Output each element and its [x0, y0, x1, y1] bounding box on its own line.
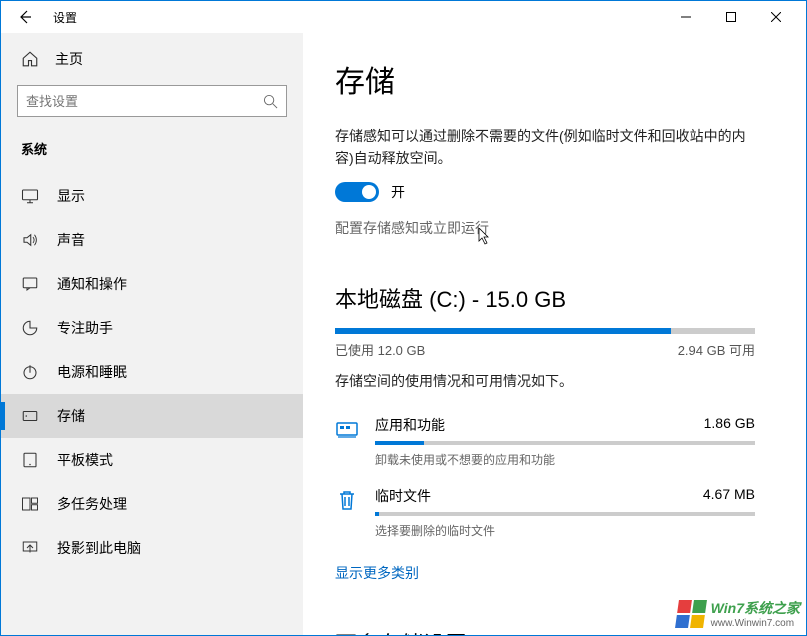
sidebar-home-label: 主页	[55, 49, 83, 69]
sound-icon	[21, 231, 39, 249]
sidebar-item-label: 通知和操作	[57, 274, 127, 294]
sidebar-item-display[interactable]: 显示	[1, 174, 303, 218]
sidebar-item-projecting[interactable]: 投影到此电脑	[1, 526, 303, 570]
category-temp[interactable]: 临时文件 4.67 MB 选择要删除的临时文件	[335, 486, 755, 539]
usage-note: 存储空间的使用情况和可用情况如下。	[335, 371, 758, 391]
sidebar-item-label: 投影到此电脑	[57, 538, 141, 558]
maximize-icon	[726, 12, 736, 22]
search-input[interactable]	[26, 94, 263, 109]
minimize-icon	[681, 12, 691, 22]
sidebar-item-label: 存储	[57, 406, 85, 426]
display-icon	[21, 187, 39, 205]
maximize-button[interactable]	[708, 1, 753, 33]
disk-usage-stats: 已使用 12.0 GB 2.94 GB 可用	[335, 340, 755, 359]
configure-storage-sense-link[interactable]: 配置存储感知或立即运行	[335, 218, 489, 238]
sidebar-item-multitask[interactable]: 多任务处理	[1, 482, 303, 526]
titlebar: 设置	[1, 1, 806, 33]
sidebar-item-label: 声音	[57, 230, 85, 250]
sidebar-item-storage[interactable]: 存储	[1, 394, 303, 438]
disk-usage-bar-fill	[335, 328, 671, 334]
storage-sense-description: 存储感知可以通过删除不需要的文件(例如临时文件和回收站中的内容)自动释放空间。	[335, 125, 755, 170]
sidebar-item-tablet[interactable]: 平板模式	[1, 438, 303, 482]
disk-free-label: 2.94 GB 可用	[678, 340, 755, 359]
main-area: 主页 系统 显示 声音 通知和操作 专注助手 电源和睡眠 存储	[1, 33, 806, 635]
sidebar-item-label: 平板模式	[57, 450, 113, 470]
sidebar-item-notifications[interactable]: 通知和操作	[1, 262, 303, 306]
disk-heading: 本地磁盘 (C:) - 15.0 GB	[335, 282, 758, 314]
more-storage-settings-heading: 更多存储设置	[335, 627, 758, 635]
category-apps[interactable]: 应用和功能 1.86 GB 卸载未使用或不想要的应用和功能	[335, 415, 755, 468]
tablet-icon	[21, 451, 39, 469]
category-bar	[375, 441, 755, 445]
sidebar-section-header: 系统	[1, 135, 303, 174]
apps-icon	[335, 417, 359, 441]
sidebar-item-label: 电源和睡眠	[57, 362, 127, 382]
search-icon	[263, 94, 278, 109]
project-icon	[21, 539, 39, 557]
back-button[interactable]	[9, 1, 41, 33]
content-area: 存储 存储感知可以通过删除不需要的文件(例如临时文件和回收站中的内容)自动释放空…	[303, 33, 806, 635]
sidebar-home[interactable]: 主页	[1, 41, 303, 85]
minimize-button[interactable]	[663, 1, 708, 33]
multitask-icon	[21, 495, 39, 513]
close-icon	[771, 12, 781, 22]
show-more-categories-link[interactable]: 显示更多类别	[335, 563, 419, 583]
storage-icon	[21, 407, 39, 425]
power-icon	[21, 363, 39, 381]
home-icon	[21, 50, 39, 68]
sidebar-item-label: 多任务处理	[57, 494, 127, 514]
page-title: 存储	[335, 57, 758, 101]
back-arrow-icon	[17, 9, 33, 25]
notification-icon	[21, 275, 39, 293]
sidebar-item-power[interactable]: 电源和睡眠	[1, 350, 303, 394]
toggle-label: 开	[391, 182, 405, 202]
trash-icon	[335, 488, 359, 512]
disk-used-label: 已使用 12.0 GB	[335, 340, 425, 359]
disk-usage-bar	[335, 328, 755, 334]
window-controls	[663, 1, 798, 33]
search-box[interactable]	[17, 85, 287, 117]
category-subtitle: 选择要删除的临时文件	[375, 522, 755, 539]
storage-sense-toggle-row: 开	[335, 182, 758, 202]
sidebar-item-focus[interactable]: 专注助手	[1, 306, 303, 350]
category-name: 临时文件	[375, 486, 431, 506]
sidebar: 主页 系统 显示 声音 通知和操作 专注助手 电源和睡眠 存储	[1, 33, 303, 635]
storage-sense-toggle[interactable]	[335, 182, 379, 202]
sidebar-item-sound[interactable]: 声音	[1, 218, 303, 262]
focus-icon	[21, 319, 39, 337]
category-size: 1.86 GB	[704, 415, 755, 435]
sidebar-item-label: 显示	[57, 186, 85, 206]
category-subtitle: 卸载未使用或不想要的应用和功能	[375, 451, 755, 468]
sidebar-item-label: 专注助手	[57, 318, 113, 338]
category-size: 4.67 MB	[703, 486, 755, 506]
category-name: 应用和功能	[375, 415, 445, 435]
window-title: 设置	[53, 9, 77, 26]
category-bar	[375, 512, 755, 516]
close-button[interactable]	[753, 1, 798, 33]
